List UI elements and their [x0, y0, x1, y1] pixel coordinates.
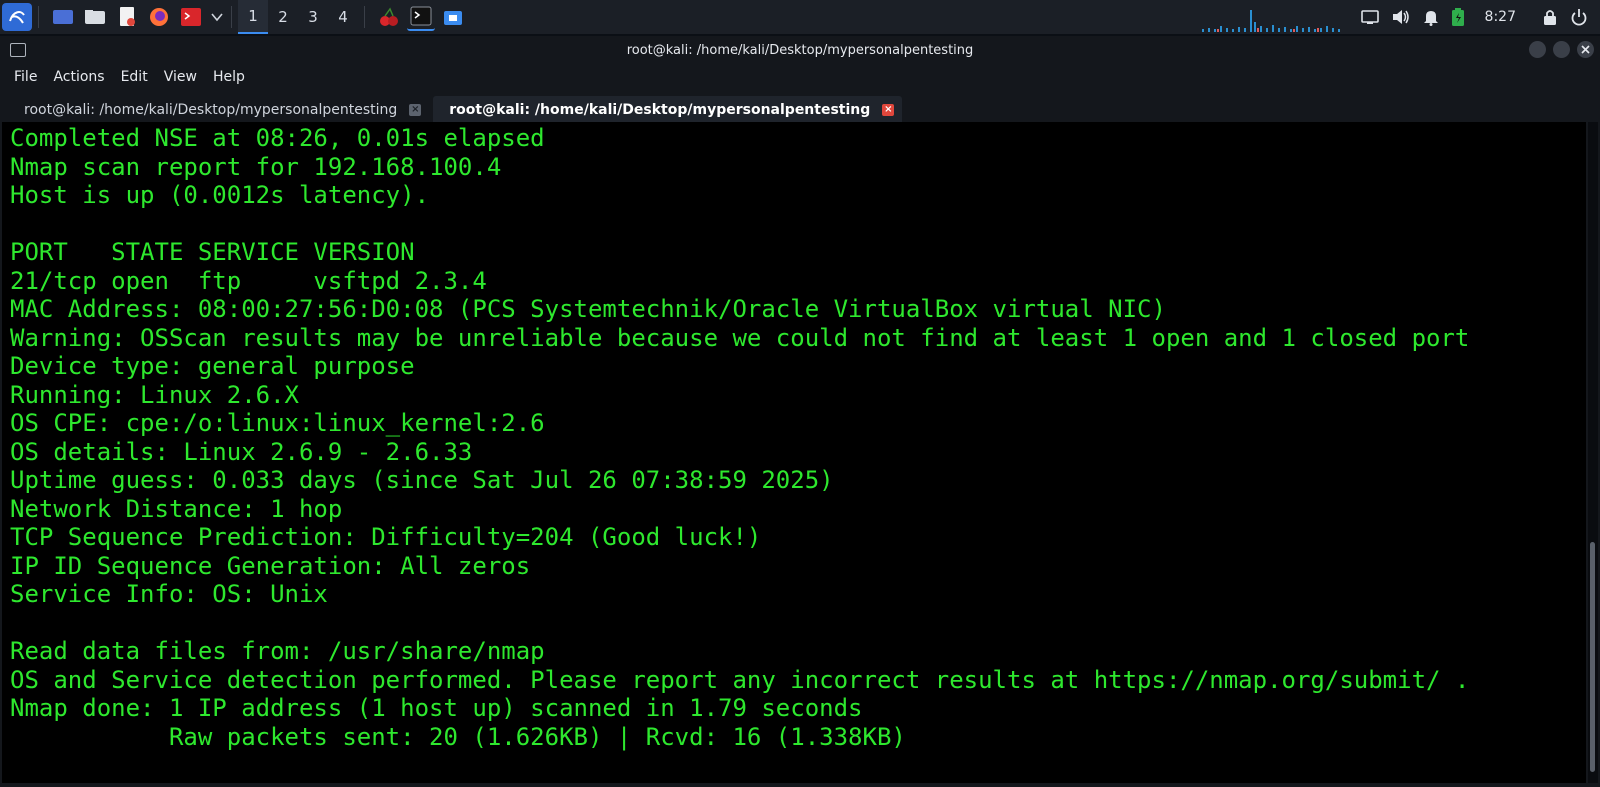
clock[interactable]: 8:27: [1485, 9, 1516, 25]
window-title: root@kali: /home/kali/Desktop/mypersonal…: [626, 42, 974, 58]
cherrytree-icon[interactable]: [375, 4, 403, 30]
terminal-icon[interactable]: [407, 3, 435, 31]
menu-file[interactable]: File: [6, 69, 45, 85]
tab-terminal-1[interactable]: root@kali: /home/kali/Desktop/mypersonal…: [8, 96, 429, 124]
power-icon[interactable]: [1570, 8, 1588, 26]
terminal-line: PORT STATE SERVICE VERSION: [10, 238, 415, 266]
maximize-button[interactable]: [1553, 41, 1570, 58]
workspace-1[interactable]: 1: [238, 0, 268, 34]
terminal-line: Uptime guess: 0.033 days (since Sat Jul …: [10, 466, 834, 494]
workspace-3[interactable]: 3: [298, 1, 328, 33]
tab-close-icon[interactable]: ×: [882, 104, 895, 116]
workspace-2[interactable]: 2: [268, 1, 298, 33]
scrollbar-thumb[interactable]: [1590, 542, 1595, 772]
terminal-line: MAC Address: 08:00:27:56:D0:08 (PCS Syst…: [10, 295, 1166, 323]
file-manager-icon[interactable]: [81, 4, 109, 30]
panel-separator: [364, 6, 365, 28]
text-editor-icon[interactable]: [113, 4, 141, 30]
tab-bar: root@kali: /home/kali/Desktop/mypersonal…: [0, 90, 1600, 124]
workspace-4[interactable]: 4: [328, 1, 358, 33]
menu-actions[interactable]: Actions: [45, 69, 112, 85]
desktop-icon[interactable]: [49, 4, 77, 30]
terminal-output[interactable]: Completed NSE at 08:26, 0.01s elapsed Nm…: [2, 122, 1586, 783]
terminal-line: Nmap scan report for 192.168.100.4: [10, 152, 502, 181]
volume-icon[interactable]: [1391, 8, 1411, 26]
chevron-down-icon[interactable]: [209, 4, 225, 30]
title-bar[interactable]: root@kali: /home/kali/Desktop/mypersonal…: [0, 36, 1600, 64]
kali-menu-icon[interactable]: [2, 3, 32, 31]
close-button[interactable]: [1577, 41, 1594, 58]
terminal-line: OS CPE: cpe:/o:linux:linux_kernel:2.6: [10, 409, 545, 437]
lock-icon[interactable]: [1542, 8, 1558, 26]
window-icon: [10, 43, 26, 57]
terminal-line: 21/tcp open ftp vsftpd 2.3.4: [10, 266, 487, 295]
battery-icon: [1451, 7, 1465, 27]
terminal-lines: Completed NSE at 08:26, 0.01s elapsed Nm…: [10, 124, 1469, 751]
terminal-line: Warning: OSScan results may be unreliabl…: [10, 323, 1470, 352]
terminal-scrollbar[interactable]: [1588, 122, 1598, 783]
terminal-line: Completed NSE at 08:26, 0.01s elapsed: [10, 124, 545, 152]
terminal-line: Network Distance: 1 hop: [10, 494, 343, 523]
firefox-icon[interactable]: [145, 4, 173, 30]
terminal-line: Read data files from: /usr/share/nmap: [10, 637, 545, 665]
terminal-line: IP ID Sequence Generation: All zeros: [10, 551, 531, 580]
terminal-line: Running: Linux 2.6.X: [10, 380, 299, 409]
terminal-line: Service Info: OS: Unix: [10, 580, 328, 608]
menu-view[interactable]: View: [156, 69, 205, 85]
tab-terminal-2[interactable]: root@kali: /home/kali/Desktop/mypersonal…: [433, 96, 903, 124]
minimize-button[interactable]: [1529, 41, 1546, 58]
tab-label: root@kali: /home/kali/Desktop/mypersonal…: [449, 102, 871, 118]
terminal-red-icon[interactable]: [177, 4, 205, 30]
menu-edit[interactable]: Edit: [113, 69, 156, 85]
terminal-line: OS details: Linux 2.6.9 - 2.6.33: [10, 437, 473, 466]
panel-separator: [38, 6, 39, 28]
folder-icon[interactable]: [439, 4, 467, 30]
terminal-line: Nmap done: 1 IP address (1 host up) scan…: [10, 694, 863, 722]
window-controls: [1522, 41, 1594, 58]
terminal-line: Device type: general purpose: [10, 352, 415, 380]
top-panel: 1 2 3 4 8:27: [0, 0, 1600, 34]
cpu-graph: [1202, 10, 1340, 32]
tab-close-icon[interactable]: ×: [409, 104, 422, 116]
system-tray: 8:27: [1355, 0, 1600, 34]
terminal-line: TCP Sequence Prediction: Difficulty=204 …: [10, 523, 762, 551]
close-icon: [1581, 45, 1590, 54]
menu-help[interactable]: Help: [205, 69, 253, 85]
terminal-line: Host is up (0.0012s latency).: [10, 181, 430, 209]
terminal-line: OS and Service detection performed. Plea…: [10, 665, 1470, 694]
panel-separator: [231, 6, 232, 28]
bell-icon[interactable]: [1423, 8, 1439, 26]
terminal-line: Raw packets sent: 20 (1.626KB) | Rcvd: 1…: [10, 722, 906, 751]
tab-label: root@kali: /home/kali/Desktop/mypersonal…: [24, 102, 398, 118]
menu-bar: File Actions Edit View Help: [0, 64, 1600, 90]
screen-icon[interactable]: [1360, 9, 1379, 25]
